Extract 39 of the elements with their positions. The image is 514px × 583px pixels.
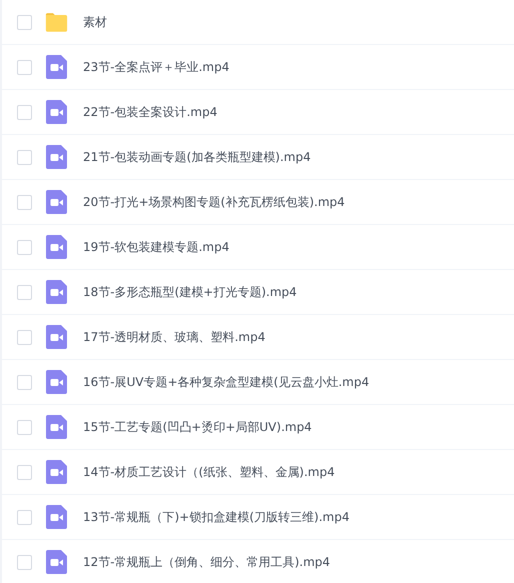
video-file-icon	[46, 145, 67, 169]
file-name[interactable]: 23节-全案点评＋毕业.mp4	[83, 58, 230, 76]
video-file-icon	[46, 235, 67, 259]
checkbox[interactable]	[17, 60, 32, 74]
checkbox[interactable]	[17, 284, 32, 300]
video-file-icon	[46, 370, 67, 394]
video-file-icon	[46, 415, 67, 439]
file-name[interactable]: 19节-软包装建模专题.mp4	[83, 238, 230, 256]
video-file-icon	[46, 325, 67, 349]
checkbox[interactable]	[17, 510, 32, 524]
file-name[interactable]: 20节-打光+场景构图专题(补充瓦楞纸包装).mp4	[83, 194, 345, 210]
video-file-icon	[46, 100, 67, 124]
checkbox[interactable]	[17, 420, 32, 434]
file-name[interactable]: 12节-常规瓶上（倒角、细分、常用工具).mp4	[83, 554, 330, 570]
video-file-icon	[46, 280, 67, 304]
checkbox[interactable]	[17, 464, 32, 480]
file-name[interactable]: 17节-透明材质、玻璃、塑料.mp4	[83, 328, 266, 346]
checkbox[interactable]	[17, 150, 32, 164]
checkbox[interactable]	[17, 240, 32, 254]
file-name[interactable]: 15节-工艺专题(凹凸+烫印+局部UV).mp4	[83, 418, 312, 436]
video-file-icon	[46, 505, 67, 529]
video-file-icon	[46, 55, 67, 79]
file-name[interactable]: 素材	[83, 14, 107, 30]
file-name[interactable]: 13节-常规瓶（下)+锁扣盒建模(刀版转三维).mp4	[83, 508, 350, 526]
folder-icon	[45, 12, 68, 32]
video-file-icon	[46, 550, 67, 574]
checkbox[interactable]	[17, 554, 32, 570]
checkbox[interactable]	[17, 104, 32, 120]
file-name[interactable]: 18节-多形态瓶型(建模+打光专题).mp4	[83, 284, 297, 300]
video-file-icon	[46, 190, 67, 214]
checkbox[interactable]	[17, 14, 32, 30]
checkbox[interactable]	[17, 330, 32, 344]
file-name[interactable]: 14节-材质工艺设计（(纸张、塑料、金属).mp4	[83, 464, 335, 480]
checkbox[interactable]	[17, 194, 32, 210]
file-name[interactable]: 16节-展UV专题+各种复杂盒型建模(见云盘小灶.mp4	[83, 374, 370, 390]
checkbox[interactable]	[17, 374, 32, 390]
file-name[interactable]: 21节-包装动画专题(加各类瓶型建模).mp4	[83, 148, 311, 166]
file-name[interactable]: 22节-包装全案设计.mp4	[83, 104, 218, 120]
video-file-icon	[46, 460, 67, 484]
